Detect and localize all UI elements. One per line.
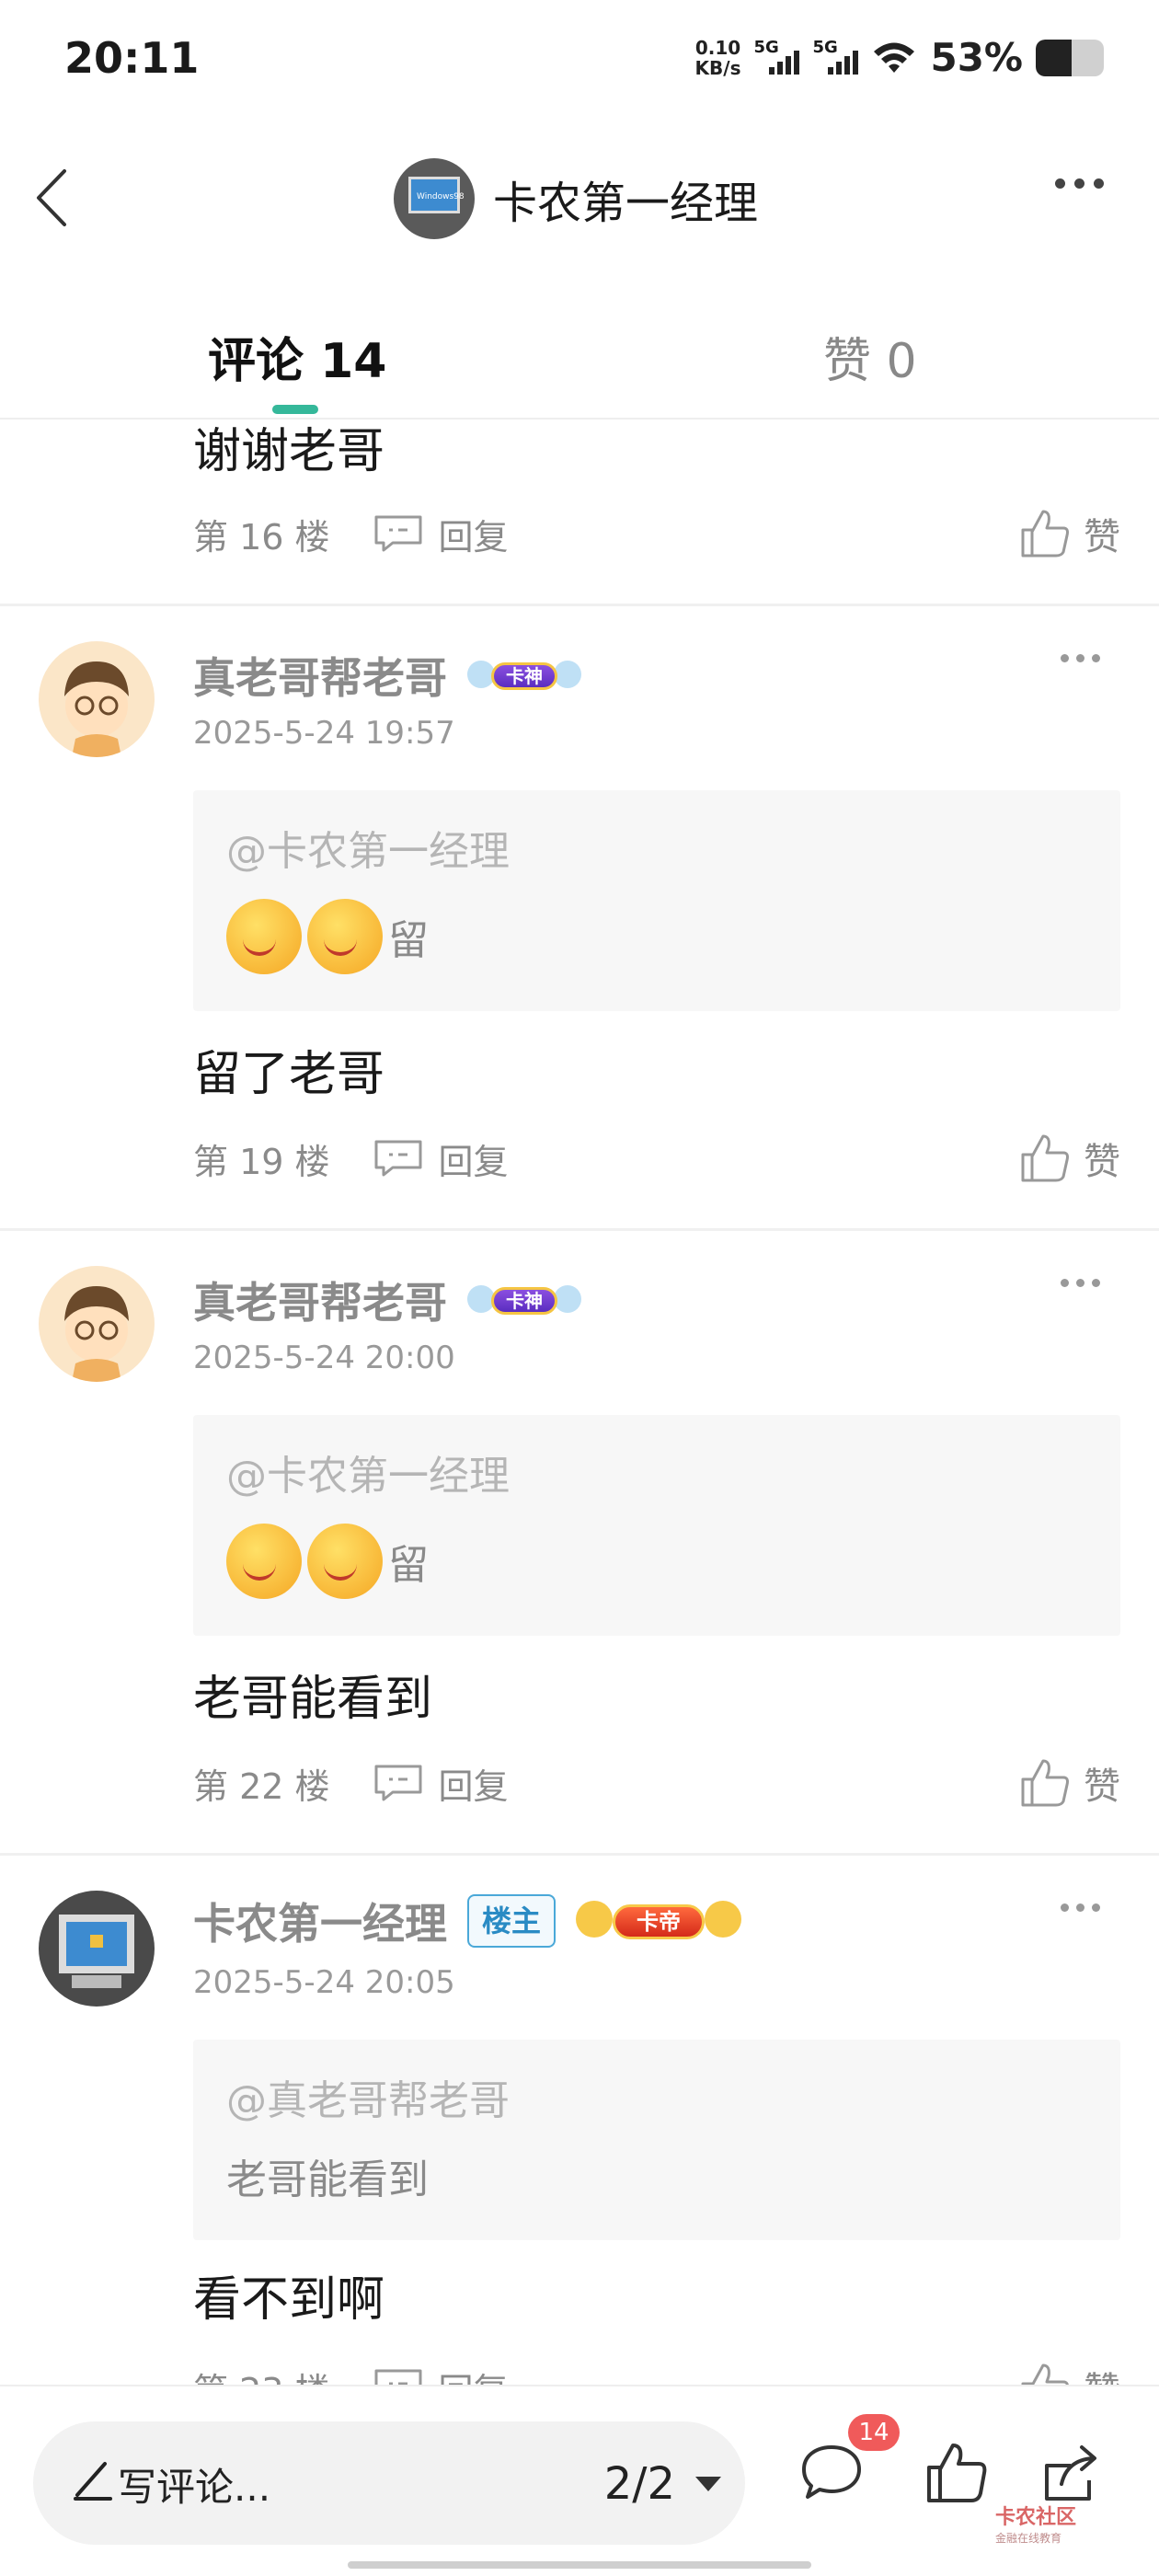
comment-content: 看不到啊 [193,2272,385,2328]
caret-down-icon[interactable] [695,2477,721,2491]
badge-card-god: 卡神 [467,1278,581,1322]
comment-time: 2025-5-24 19:57 [193,715,455,752]
like-label: 赞 [1084,1765,1120,1808]
more-icon[interactable] [1055,178,1104,189]
comment-more-icon[interactable] [1061,1903,1100,1912]
quote-mention: @卡农第一经理 [226,1453,510,1500]
comment-item: 谢谢老哥 第 16 楼 回复 赞 [0,421,1159,605]
home-indicator[interactable] [348,2561,811,2569]
reply-icon [374,515,422,552]
comment-content: 谢谢老哥 [193,424,385,479]
comment-count-badge: 14 [848,2414,900,2451]
like-label: 赞 [1084,1141,1120,1183]
quoted-comment[interactable]: @卡农第一经理 留 [193,790,1120,1011]
quoted-comment[interactable]: @卡农第一经理 留 [193,1415,1120,1636]
avatar[interactable] [39,1266,155,1382]
tab-bar: 评论 14 赞 0 [0,304,1159,420]
header: Windows98 卡农第一经理 [0,138,1159,258]
reply-label: 回复 [438,516,509,558]
smirk-emoji-icon [226,1524,302,1599]
thumbs-up-icon [1021,1759,1069,1807]
network-speed: 0.10 KB/s [694,36,741,79]
reply-icon [374,1140,422,1177]
like-button[interactable]: 赞 [1019,1132,1120,1185]
write-comment-placeholder: 写评论... [118,2465,271,2510]
back-icon[interactable] [28,166,83,230]
quote-text: 留 [226,1524,429,1599]
comment-meta: 第 19 楼 回复 赞 [193,1131,1120,1186]
comment-time: 2025-5-24 20:00 [193,1340,455,1376]
badge-card-god: 卡神 [467,653,581,697]
reply-label: 回复 [438,1765,509,1807]
quote-text: 老哥能看到 [226,2156,429,2203]
reply-button[interactable]: 回复 [373,1133,509,1184]
signal-icon: 5G [753,38,800,76]
share-icon[interactable] [1034,2438,1104,2508]
page-title: 卡农第一经理 [493,178,759,229]
floor-number: 第 22 楼 [193,1765,330,1807]
write-comment-input[interactable]: 写评论... 2/2 [33,2421,745,2545]
reply-label: 回复 [438,1141,509,1182]
comment-item: 真老哥帮老哥 卡神 2025-5-24 20:00 @卡农第一经理 留 老哥能看… [0,1231,1159,1855]
watermark: 卡农社区 金融在线教育 [995,2506,1077,2545]
owner-badge: 楼主 [467,1894,557,1948]
tab-indicator [272,405,318,414]
status-bar: 20:11 0.10 KB/s 5G 5G 53% [0,0,1159,129]
smirk-emoji-icon [307,899,383,974]
quoted-comment[interactable]: @真老哥帮老哥 老哥能看到 [193,2040,1120,2240]
quote-mention: @卡农第一经理 [226,828,510,875]
comment-meta: 第 22 楼 回复 赞 [193,1755,1120,1811]
avatar[interactable]: Windows98 [394,158,475,239]
status-icons: 0.10 KB/s 5G 5G 53% [695,35,1104,80]
badge-card-emperor: 卡帝 [576,1895,742,1947]
comment-item: 卡农第一经理 楼主 卡帝 2025-5-24 20:05 @真老哥帮老哥 老哥能… [0,1856,1159,2390]
like-button[interactable]: 赞 [1019,507,1120,560]
bottom-bar: 写评论... 2/2 14 卡农社区 金融在线教育 [0,2385,1159,2576]
thumbs-up-icon[interactable] [922,2438,992,2508]
thumbs-up-icon [1021,510,1069,558]
floor-number: 第 19 楼 [193,1141,330,1182]
battery-icon [1036,39,1104,76]
wifi-icon [874,42,915,73]
smirk-emoji-icon [307,1524,383,1599]
floor-number: 第 16 楼 [193,516,330,558]
comment-meta: 第 16 楼 回复 赞 [193,506,1120,561]
header-user[interactable]: Windows98 卡农第一经理 [394,158,758,239]
comment-more-icon[interactable] [1061,654,1100,662]
status-time: 20:11 [64,33,200,83]
comment-content: 留了老哥 [193,1047,385,1102]
like-button[interactable]: 赞 [1019,1756,1120,1810]
reply-button[interactable]: 回复 [373,1758,509,1809]
comment-icon[interactable] [797,2438,866,2508]
page-indicator[interactable]: 2/2 [604,2458,675,2510]
thumbs-up-icon [1021,1134,1069,1182]
quote-mention: @真老哥帮老哥 [226,2077,510,2124]
signal-icon: 5G [812,38,859,76]
quote-text: 留 [226,899,429,974]
tab-likes[interactable]: 赞 0 [823,322,917,391]
comment-item: 真老哥帮老哥 卡神 2025-5-24 19:57 @卡农第一经理 留 留了老哥… [0,606,1159,1230]
comment-author[interactable]: 卡农第一经理 楼主 卡帝 [193,1891,742,1951]
comment-content: 老哥能看到 [193,1672,433,1727]
like-label: 赞 [1084,516,1120,558]
avatar[interactable] [39,641,155,757]
comment-more-icon[interactable] [1061,1279,1100,1287]
comment-author[interactable]: 真老哥帮老哥 卡神 [193,645,581,706]
tab-comments[interactable]: 评论 14 [208,322,386,391]
comment-time: 2025-5-24 20:05 [193,1964,455,2001]
battery-percent: 53% [930,35,1023,80]
reply-icon [374,1765,422,1801]
avatar[interactable] [39,1891,155,2007]
pencil-icon [74,2462,112,2501]
smirk-emoji-icon [226,899,302,974]
comment-author[interactable]: 真老哥帮老哥 卡神 [193,1270,581,1330]
reply-button[interactable]: 回复 [373,509,509,559]
comment-list: 谢谢老哥 第 16 楼 回复 赞 真老哥帮老哥 卡神 2025-5-24 19:… [0,421,1159,2390]
